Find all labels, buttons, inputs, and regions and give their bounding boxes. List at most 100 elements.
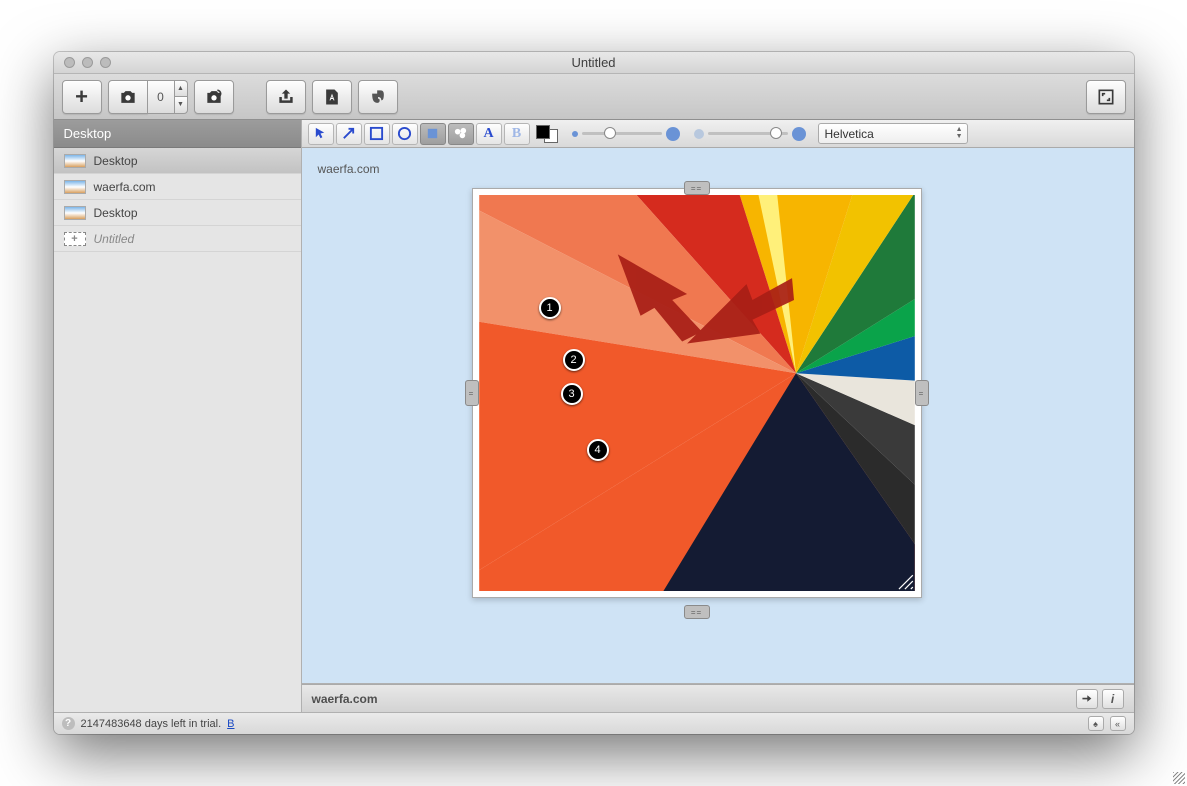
number-marker[interactable]: 2: [563, 349, 585, 371]
titlebar: Untitled: [54, 52, 1134, 74]
marker-number: 1: [546, 302, 552, 314]
share-icon: [276, 87, 296, 107]
sidebar-item[interactable]: Desktop: [54, 200, 301, 226]
number-marker[interactable]: 1: [539, 297, 561, 319]
fill-rect-tool[interactable]: [420, 123, 446, 145]
color-swatches[interactable]: [536, 125, 560, 143]
sidebar-item-label: waerfa.com: [94, 180, 156, 194]
opacity-slider[interactable]: [694, 127, 806, 141]
info-button[interactable]: i: [1102, 689, 1124, 709]
size-track[interactable]: [582, 132, 662, 135]
canvas-footer: waerfa.com i: [302, 684, 1134, 712]
blank-thumbnail-icon: +: [64, 232, 86, 246]
bell-icon: ♠: [1093, 719, 1098, 729]
opacity-track[interactable]: [708, 132, 788, 135]
canvas[interactable]: waerfa.com: [302, 148, 1134, 684]
arrow-tool[interactable]: [336, 123, 362, 145]
canvas-caption: waerfa.com: [318, 162, 380, 176]
capture-group: 0 ▲ ▼: [108, 80, 188, 114]
arrow-icon: [341, 126, 356, 141]
add-button[interactable]: +: [62, 80, 102, 114]
camera-icon: [118, 87, 138, 107]
foreground-swatch-icon: [536, 125, 550, 139]
crop-handle-left[interactable]: =: [465, 380, 479, 406]
pdf-export-button[interactable]: [312, 80, 352, 114]
size-max-icon: [666, 127, 680, 141]
rect-tool[interactable]: [364, 123, 390, 145]
crop-handle-top[interactable]: ==: [684, 181, 710, 195]
evernote-icon: [368, 87, 388, 107]
stepper-up-icon[interactable]: ▲: [174, 80, 188, 97]
circle-icon: [397, 126, 412, 141]
sidebar-item-label: Desktop: [94, 206, 138, 220]
number-markers-icon: [453, 126, 468, 141]
camera-refresh-icon: [204, 87, 224, 107]
sidebar-list: Desktop waerfa.com Desktop + Untitled: [54, 148, 301, 712]
capture-delay-stepper[interactable]: ▲ ▼: [174, 80, 188, 114]
font-select[interactable]: Helvetica ▲▼: [818, 123, 968, 144]
sidebar-item[interactable]: waerfa.com: [54, 174, 301, 200]
square-icon: [369, 126, 384, 141]
number-marker-tool[interactable]: [448, 123, 474, 145]
ellipse-tool[interactable]: [392, 123, 418, 145]
thumbnail-icon: [64, 154, 86, 168]
opacity-min-icon: [694, 129, 704, 139]
bold-tool[interactable]: B: [504, 123, 530, 145]
sidebar-item-label: Untitled: [94, 232, 135, 246]
body: Desktop Desktop waerfa.com Desktop + Unt…: [54, 120, 1134, 712]
number-marker[interactable]: 4: [587, 439, 609, 461]
next-button[interactable]: [1076, 689, 1098, 709]
text-icon: A: [483, 126, 493, 142]
image-frame[interactable]: 1 2 3 4 == == = =: [472, 188, 922, 598]
select-arrows-icon: ▲▼: [956, 126, 963, 140]
opacity-max-icon: [792, 127, 806, 141]
size-min-icon: [572, 131, 578, 137]
marker-number: 4: [594, 444, 600, 456]
slider-thumb-icon[interactable]: [770, 127, 782, 139]
collapse-button[interactable]: «: [1110, 716, 1126, 731]
annotation-toolbar: A B Helvetica ▲▼: [302, 120, 1134, 148]
pointer-icon: [313, 126, 328, 141]
notifications-button[interactable]: ♠: [1088, 716, 1104, 731]
share-button[interactable]: [266, 80, 306, 114]
capture-delay-value: 0: [148, 80, 174, 114]
sidebar: Desktop Desktop waerfa.com Desktop + Unt…: [54, 120, 302, 712]
thumbnail-icon: [64, 206, 86, 220]
captured-image: [479, 195, 915, 591]
number-marker[interactable]: 3: [561, 383, 583, 405]
capture-button[interactable]: [108, 80, 148, 114]
app-window: Untitled + 0 ▲ ▼: [54, 52, 1134, 734]
crop-handle-bottom[interactable]: ==: [684, 605, 710, 619]
window-title: Untitled: [54, 55, 1134, 70]
status-bar: ? 2147483648 days left in trial. B ♠ «: [54, 712, 1134, 734]
buy-link[interactable]: B: [227, 718, 234, 730]
size-slider[interactable]: [572, 127, 680, 141]
fullscreen-icon: [1096, 87, 1116, 107]
main-toolbar: + 0 ▲ ▼: [54, 74, 1134, 120]
help-icon[interactable]: ?: [62, 717, 75, 730]
plus-icon: +: [75, 84, 88, 110]
evernote-export-button[interactable]: [358, 80, 398, 114]
filled-square-icon: [425, 126, 440, 141]
sidebar-header: Desktop: [54, 120, 301, 148]
sidebar-item[interactable]: + Untitled: [54, 226, 301, 252]
info-icon: i: [1111, 692, 1114, 706]
refresh-capture-button[interactable]: [194, 80, 234, 114]
chevrons-icon: «: [1115, 719, 1120, 729]
marker-number: 2: [570, 354, 576, 366]
sidebar-item-label: Desktop: [94, 154, 138, 168]
thumbnail-icon: [64, 180, 86, 194]
select-tool[interactable]: [308, 123, 334, 145]
arrow-right-icon: [1080, 692, 1093, 705]
marker-number: 3: [568, 388, 574, 400]
fullscreen-button[interactable]: [1086, 80, 1126, 114]
trial-text: 2147483648 days left in trial.: [81, 718, 222, 730]
sidebar-item[interactable]: Desktop: [54, 148, 301, 174]
text-tool[interactable]: A: [476, 123, 502, 145]
bold-icon: B: [512, 126, 521, 142]
crop-handle-right[interactable]: =: [915, 380, 929, 406]
main-area: A B Helvetica ▲▼: [302, 120, 1134, 712]
pdf-icon: [322, 87, 342, 107]
stepper-down-icon[interactable]: ▼: [174, 96, 188, 114]
slider-thumb-icon[interactable]: [604, 127, 616, 139]
